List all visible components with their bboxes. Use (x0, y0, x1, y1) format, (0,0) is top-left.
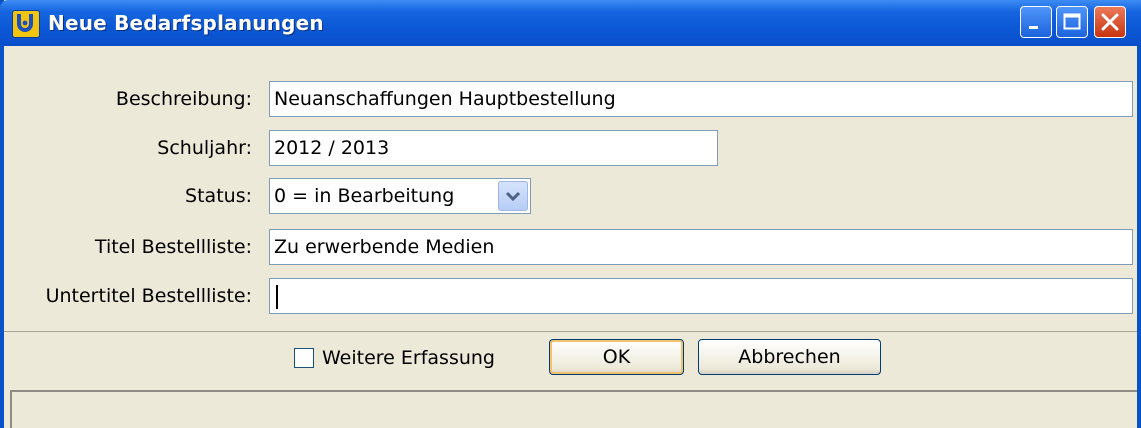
beschreibung-value: Neuanschaffungen Hauptbestellung (274, 88, 616, 110)
titel-value: Zu erwerbende Medien (274, 236, 495, 258)
untertitel-label: Untertitel Bestellliste: (45, 285, 252, 307)
maximize-icon (1063, 13, 1081, 30)
close-button[interactable] (1094, 6, 1126, 38)
text-cursor (276, 284, 278, 309)
title-bar[interactable]: Neue Bedarfsplanungen (0, 0, 1141, 46)
status-value: 0 = in Bearbeitung (274, 185, 455, 207)
chevron-down-icon (505, 191, 521, 202)
cancel-button[interactable]: Abbrechen (698, 339, 881, 375)
status-bar (10, 390, 1137, 428)
untertitel-field[interactable] (269, 278, 1133, 314)
divider (4, 331, 1137, 332)
schuljahr-field[interactable]: 2012 / 2013 (269, 130, 718, 166)
checkbox-label: Weitere Erfassung (322, 347, 495, 369)
window-title: Neue Bedarfsplanungen (48, 11, 324, 35)
beschreibung-field[interactable]: Neuanschaffungen Hauptbestellung (269, 81, 1133, 117)
app-logo-icon (12, 10, 40, 38)
status-label: Status: (185, 185, 252, 207)
dropdown-button[interactable] (498, 181, 528, 211)
ok-button[interactable]: OK (549, 339, 684, 375)
checkbox-box[interactable] (294, 348, 314, 368)
titel-label: Titel Bestellliste: (94, 236, 252, 258)
close-icon (1101, 13, 1119, 31)
minimize-icon (1029, 26, 1038, 29)
schuljahr-label: Schuljahr: (157, 137, 252, 159)
status-select[interactable]: 0 = in Bearbeitung (269, 178, 531, 214)
titel-field[interactable]: Zu erwerbende Medien (269, 229, 1133, 265)
minimize-button[interactable] (1020, 6, 1052, 38)
beschreibung-label: Beschreibung: (115, 88, 252, 110)
maximize-button[interactable] (1056, 6, 1088, 38)
schuljahr-value: 2012 / 2013 (274, 137, 390, 159)
dialog-window: Neue Bedarfsplanungen Beschreibung: Neua… (0, 0, 1141, 428)
